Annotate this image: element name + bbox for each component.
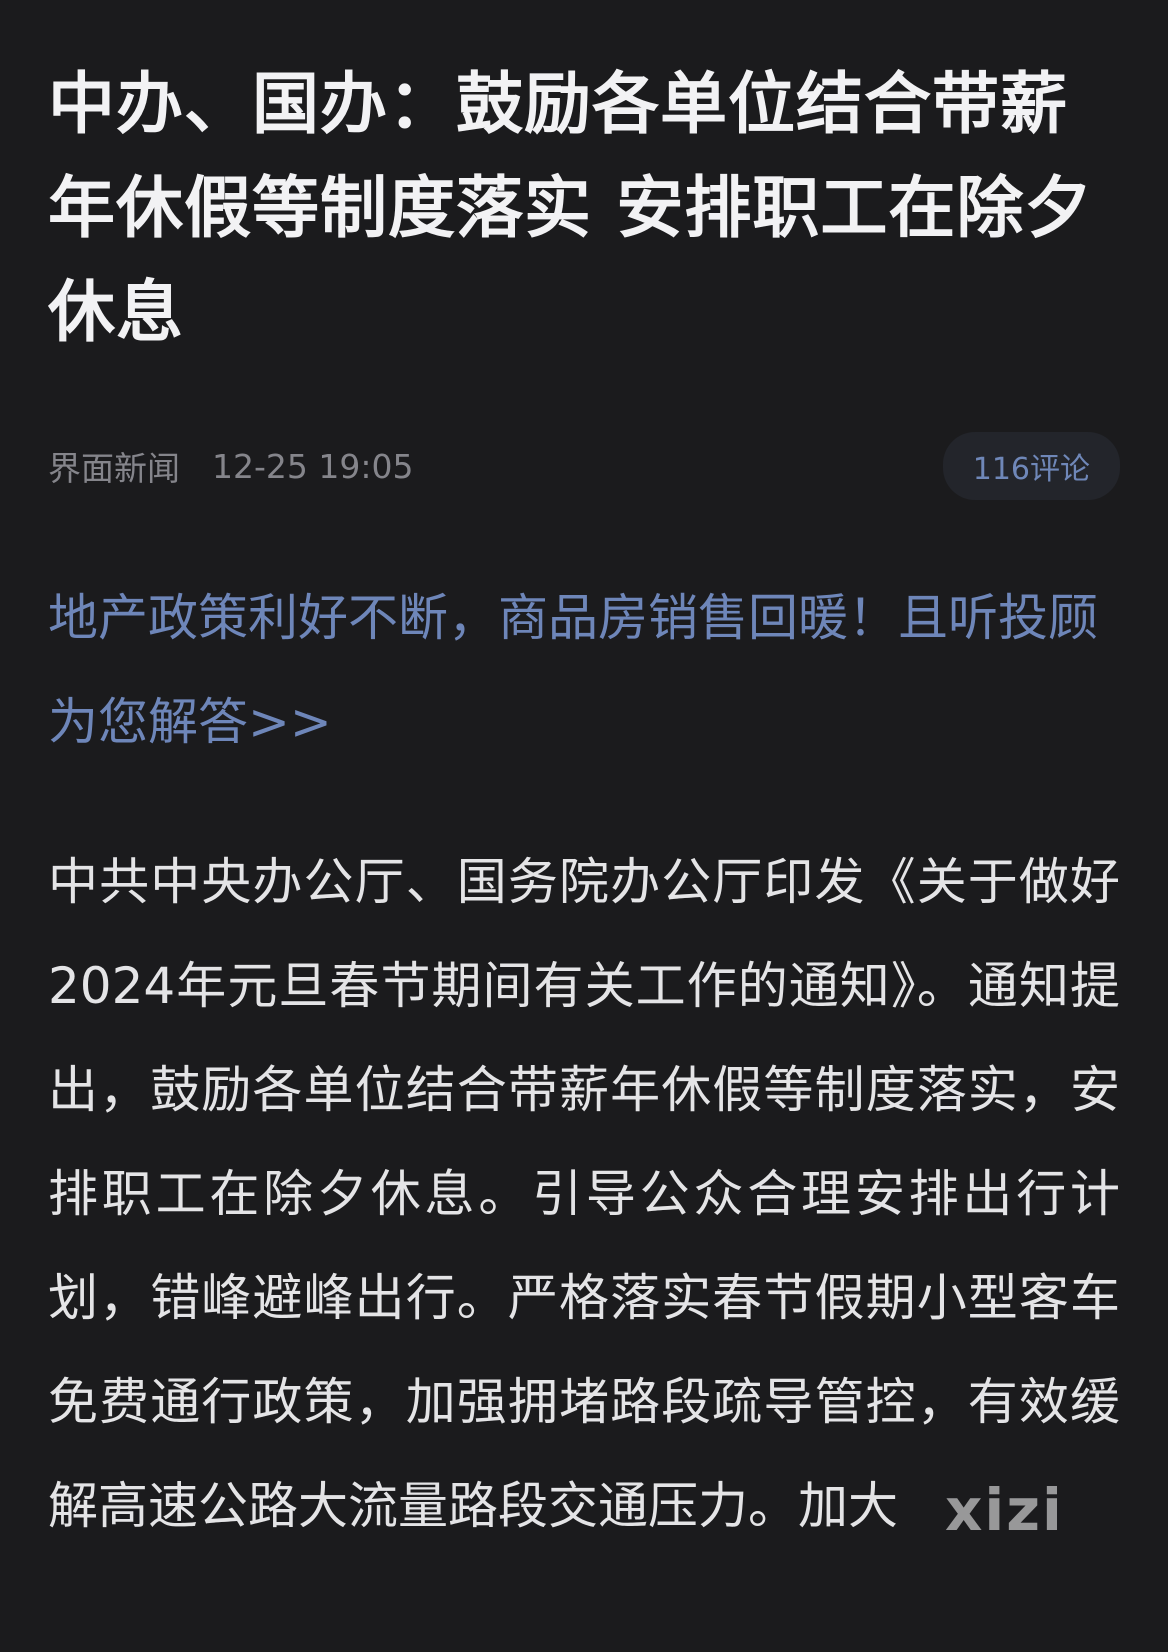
comments-button[interactable]: 116评论 [942, 432, 1120, 500]
publish-time: 12-25 19:05 [212, 446, 414, 486]
source-name[interactable]: 界面新闻 [48, 442, 180, 490]
promo-link[interactable]: 地产政策利好不断，商品房销售回暖！且听投顾为您解答>> [48, 566, 1120, 774]
meta-left: 界面新闻 12-25 19:05 [48, 442, 413, 490]
article-body: 中共中央办公厅、国务院办公厅印发《关于做好2024年元旦春节期间有关工作的通知》… [48, 853, 1120, 1535]
article-meta: 界面新闻 12-25 19:05 116评论 [48, 432, 1120, 500]
watermark-logo: xizi [945, 1476, 1064, 1544]
article-headline: 中办、国办：鼓励各单位结合带薪年休假等制度落实 安排职工在除夕休息 [48, 65, 1093, 351]
article: 中办、国办：鼓励各单位结合带薪年休假等制度落实 安排职工在除夕休息 界面新闻 1… [48, 52, 1120, 1558]
